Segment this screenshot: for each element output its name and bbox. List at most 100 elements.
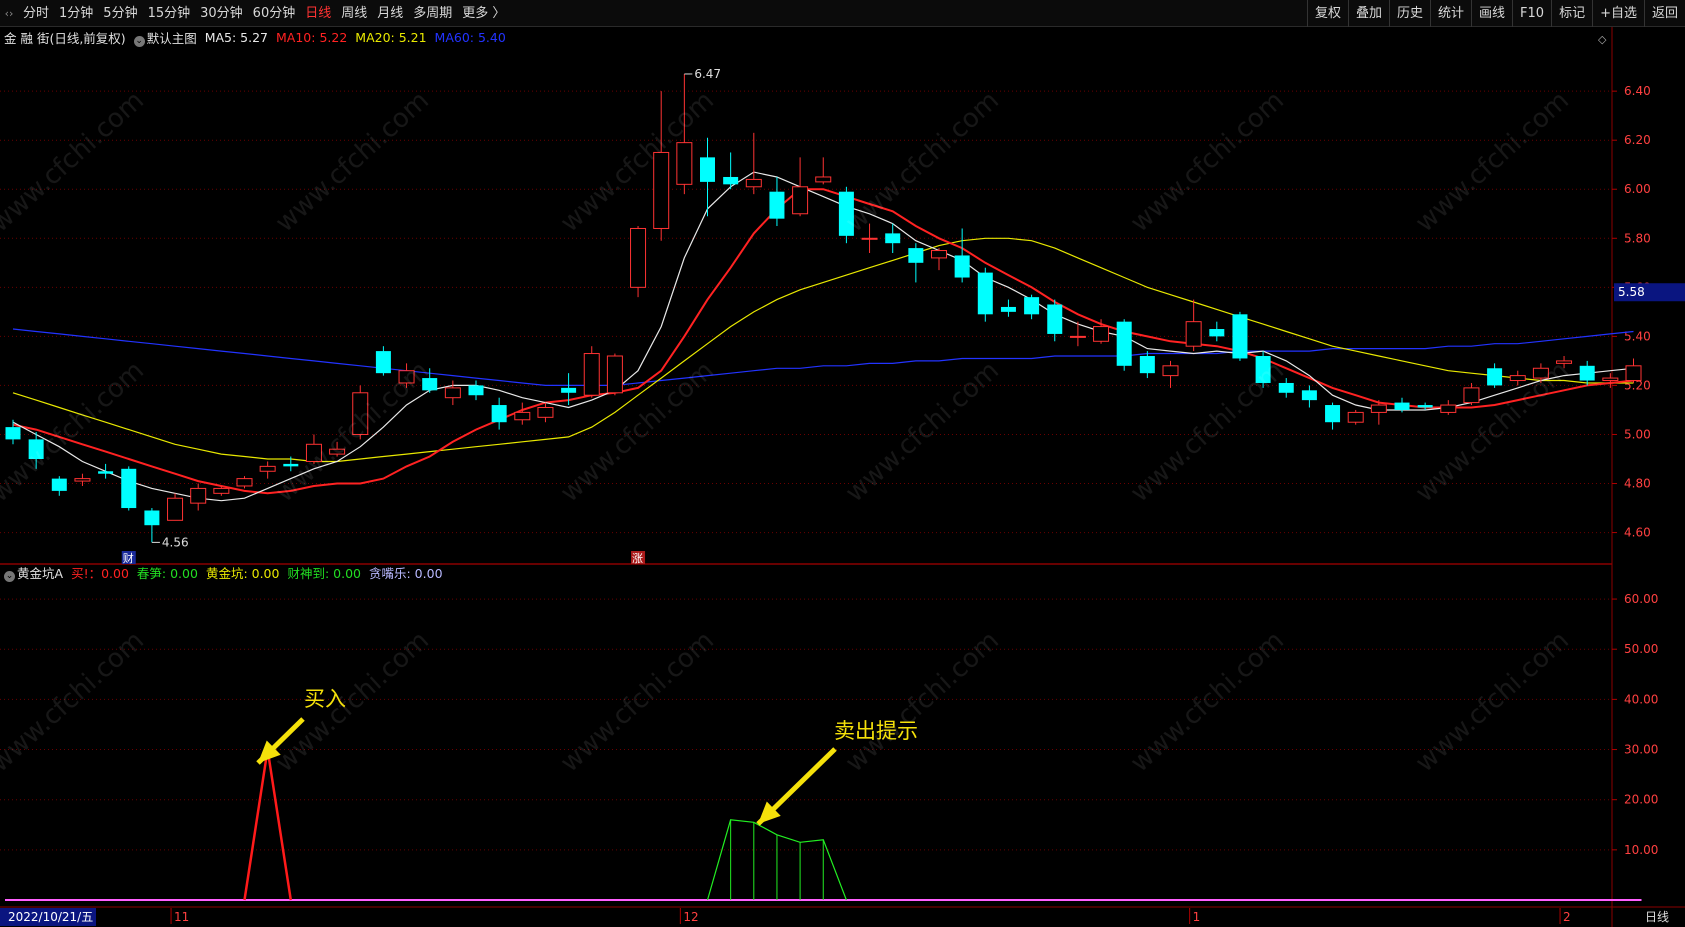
- period-tab-0[interactable]: 分时: [18, 0, 54, 27]
- price-tick-label: 5.80: [1624, 231, 1651, 245]
- period-tab-7[interactable]: 周线: [336, 0, 372, 27]
- candle-body-down: [1255, 356, 1271, 383]
- candle-body-down: [5, 427, 21, 440]
- candle-body-up: [1347, 411, 1364, 423]
- ma20-line: [12, 237, 1634, 463]
- candle-body-up: [1370, 404, 1387, 413]
- period-toolbar: ‹› 分时 1分钟 5分钟 15分钟 30分钟 60分钟 日线 周线 月线 多周期 更多 〉 复权叠…: [0, 0, 1685, 27]
- candle-body-up: [190, 487, 207, 504]
- candle-body-up: [1440, 404, 1457, 413]
- period-tab-8[interactable]: 月线: [372, 0, 408, 27]
- price-tick-label: 6.20: [1624, 133, 1651, 147]
- date-label: 2022/10/21/五: [8, 910, 93, 924]
- indicator-value-3: 财神到: 0.00: [287, 565, 361, 581]
- candle-body-up: [514, 411, 531, 421]
- tool-button-0[interactable]: 复权: [1306, 0, 1348, 27]
- price-tick-label: 6.40: [1624, 84, 1651, 98]
- candle-body-down: [1278, 382, 1294, 393]
- candle-body-up: [398, 370, 415, 384]
- tool-button-2[interactable]: 历史: [1388, 0, 1430, 27]
- candle-body-up: [792, 186, 809, 215]
- candle-body-up: [305, 443, 322, 462]
- candle-body-up: [815, 176, 832, 183]
- candle-body-up: [861, 237, 878, 240]
- candle-body-down: [28, 439, 44, 459]
- tool-button-1[interactable]: 叠加: [1347, 0, 1389, 27]
- candle-body-up: [1532, 367, 1549, 379]
- candle-body-down: [1139, 356, 1155, 374]
- period-tab-10[interactable]: 更多 〉: [457, 0, 510, 27]
- candle-body-up: [1602, 377, 1619, 382]
- tool-button-4[interactable]: 画线: [1471, 0, 1512, 27]
- price-tick-label: 6.00: [1624, 182, 1651, 196]
- candle-body-down: [954, 255, 970, 278]
- date-label: 2: [1563, 910, 1571, 924]
- event-marker: 涨: [632, 552, 643, 565]
- low-label: 4.56: [162, 535, 189, 549]
- price-tick-label: 4.60: [1624, 526, 1651, 540]
- template-selector[interactable]: ⌄ 默认主图: [133, 28, 197, 47]
- indicator-legend: ⌄ 黄金坑A 买!：0.00 春笋: 0.00 黄金坑: 0.00 财神到: 0.00 贪…: [4, 563, 443, 582]
- candle-body-down: [1394, 402, 1410, 410]
- ma10-line: [12, 188, 1634, 495]
- candle-body-up: [1185, 321, 1202, 347]
- indicator-tick-label: 60.00: [1624, 592, 1658, 606]
- period-tab-3[interactable]: 15分钟: [143, 0, 196, 27]
- candle-body-up: [74, 478, 91, 482]
- main-legend: 金 融 街(日线,前复权) ⌄ 默认主图 MA5: 5.27 MA10: 5.22…: [4, 28, 506, 47]
- kline-chart[interactable]: 6.406.206.005.805.605.405.205.004.804.60…: [0, 27, 1685, 927]
- candle-body-up: [167, 497, 184, 521]
- period-tab-1[interactable]: 1分钟: [54, 0, 98, 27]
- tool-button-7[interactable]: +自选: [1592, 0, 1644, 27]
- buy-annotation: 买入: [304, 687, 346, 711]
- candle-body-down: [1047, 304, 1063, 334]
- price-tick-label: 4.80: [1624, 477, 1651, 491]
- candle-body-down: [1209, 329, 1225, 337]
- candle-body-down: [1579, 365, 1595, 381]
- candle-body-down: [723, 176, 739, 185]
- sell-annotation: 卖出提示: [834, 719, 918, 743]
- indicator-values: 买!：0.00 春笋: 0.00 黄金坑: 0.00 财神到: 0.00 贪嘴乐: 0.…: [71, 563, 442, 582]
- candle-body-up: [1463, 387, 1480, 404]
- indicator-value-0: 买!：0.00: [71, 565, 129, 581]
- indicator-value-2: 黄金坑: 0.00: [205, 565, 280, 581]
- candle-body-up: [653, 151, 670, 229]
- back-arrow-icon[interactable]: ‹›: [0, 7, 18, 20]
- dropdown-icon: ⌄: [4, 570, 15, 582]
- period-tab-9[interactable]: 多周期: [408, 0, 457, 27]
- candle-body-down: [51, 478, 67, 491]
- period-tab-4[interactable]: 30分钟: [195, 0, 248, 27]
- period-tab-2[interactable]: 5分钟: [98, 0, 142, 27]
- candle-body-up: [1069, 335, 1086, 338]
- candle-body-down: [1000, 306, 1016, 312]
- candle-body-up: [1509, 375, 1526, 382]
- candle-body-down: [1417, 405, 1433, 408]
- date-label: 1: [1193, 910, 1201, 924]
- candle-body-down: [700, 157, 715, 182]
- candle-body-down: [121, 468, 137, 509]
- stock-name: 金 融 街(日线,前复权): [4, 30, 126, 46]
- candle-body-down: [468, 385, 484, 396]
- candle-body-down: [769, 191, 785, 219]
- high-label: 6.47: [694, 67, 721, 81]
- candle-body-down: [561, 387, 577, 393]
- current-price-label: 5.58: [1618, 285, 1645, 299]
- tool-button-6[interactable]: 标记: [1551, 0, 1592, 27]
- candle-body-up: [1162, 365, 1179, 377]
- candle-body-down: [1325, 405, 1341, 423]
- diamond-icon: ◇: [1598, 33, 1607, 46]
- dropdown-icon: ⌄: [133, 35, 145, 47]
- date-label: 12: [683, 910, 698, 924]
- indicator-selector[interactable]: ⌄ 黄金坑A: [4, 563, 63, 582]
- candle-body-up: [931, 250, 947, 259]
- indicator-tick-label: 10.00: [1624, 843, 1658, 857]
- indicator-value-4: 贪嘴乐: 0.00: [369, 565, 443, 581]
- indicator-tick-label: 40.00: [1624, 692, 1658, 706]
- tool-button-8[interactable]: 返回: [1643, 0, 1685, 27]
- tool-button-3[interactable]: 统计: [1430, 0, 1471, 27]
- tool-button-5[interactable]: F10: [1512, 0, 1551, 27]
- ma10-label: MA10: 5.22: [276, 29, 348, 45]
- period-tab-5[interactable]: 60分钟: [248, 0, 301, 27]
- ma60-label: MA60: 5.40: [434, 29, 506, 45]
- period-tab-6[interactable]: 日线: [300, 0, 336, 27]
